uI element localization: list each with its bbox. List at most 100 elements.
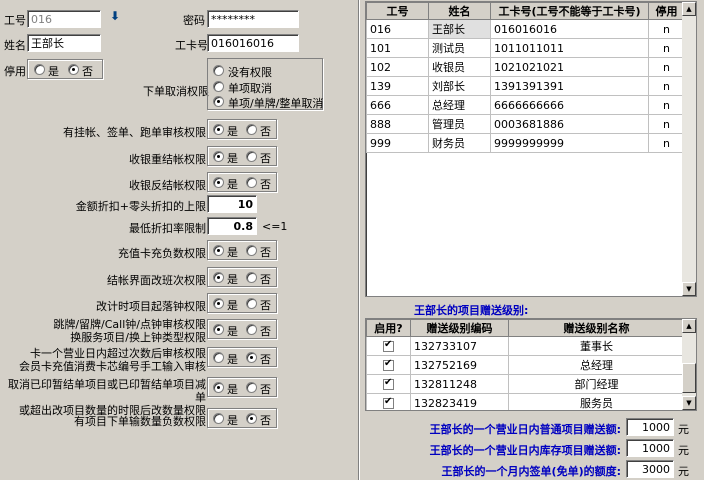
- password-field[interactable]: ********: [207, 10, 299, 28]
- gift-enabled-checkbox[interactable]: [383, 396, 394, 409]
- staff-col-card[interactable]: 工卡号(工号不能等于工卡号): [490, 2, 649, 20]
- gift-cell-code: 132823419: [410, 393, 509, 410]
- perm-negrecharge-yes-radio[interactable]: [213, 245, 224, 256]
- gift-cell-name: 服务员: [508, 393, 685, 410]
- card-field[interactable]: 016016016: [207, 34, 299, 52]
- perm-label-reverse: 收银反结帐权限: [129, 179, 206, 192]
- perm-cardcount-no-radio[interactable]: [246, 352, 257, 363]
- perm-rebill-yes-radio[interactable]: [213, 151, 224, 162]
- gift-col-name[interactable]: 赠送级别名称: [508, 319, 685, 337]
- perm-shift-yes-radio[interactable]: [213, 272, 224, 283]
- perm-reverse-no-radio[interactable]: [246, 177, 257, 188]
- id-field[interactable]: 016: [27, 10, 101, 28]
- staff-cell-name: 测试员: [428, 38, 491, 58]
- perm-shift-yes-text: 是: [227, 273, 238, 286]
- staff-scrollbar[interactable]: ▲ ▼: [682, 2, 696, 296]
- staff-cell-name: 王部长: [428, 19, 491, 39]
- perm-clock-no-radio[interactable]: [246, 298, 257, 309]
- perm-cancelprinted-yes-radio[interactable]: [213, 382, 224, 393]
- cancel-single-radio[interactable]: [213, 81, 224, 92]
- disabled-yes-text: 是: [48, 65, 59, 78]
- gift-cell-code: 132811248: [410, 374, 509, 394]
- gift-scrollbar[interactable]: ▲ ▼: [682, 319, 696, 410]
- cancel-perm-label: 下单取消权限: [143, 85, 209, 98]
- staff-col-id[interactable]: 工号: [366, 2, 429, 20]
- perm-cardcount-yes-radio[interactable]: [213, 352, 224, 363]
- perm-skip-yes-radio[interactable]: [213, 324, 224, 335]
- perm-negrecharge-no-radio[interactable]: [246, 245, 257, 256]
- perm-cancelprinted-no-text: 否: [260, 383, 271, 396]
- cancel-perm-group: 没有权限 单项取消 单项/单牌/整单取消: [207, 58, 323, 110]
- gift-scroll-down-icon[interactable]: ▼: [682, 396, 696, 410]
- gift-row[interactable]: 132752169总经理: [366, 355, 685, 375]
- min-rate-field[interactable]: 0.8: [207, 217, 257, 235]
- gift-cell-enabled: [366, 355, 411, 375]
- perm-shift-no-radio[interactable]: [246, 272, 257, 283]
- scroll-up-icon[interactable]: ▲: [682, 2, 696, 16]
- gift-scroll-up-icon[interactable]: ▲: [682, 319, 696, 333]
- staff-row[interactable]: 666 总经理 6666666666 n: [366, 95, 685, 115]
- gift-row[interactable]: 132811248部门经理: [366, 374, 685, 394]
- staff-grid[interactable]: 工号 姓名 工卡号(工号不能等于工卡号) 停用 016 王部长 016016016 n…: [365, 1, 697, 297]
- perm-cancelprinted-no-radio[interactable]: [246, 382, 257, 393]
- staff-cell-name: 财务员: [428, 133, 491, 153]
- gift-row[interactable]: 132733107董事长: [366, 336, 685, 356]
- staff-row[interactable]: 139 刘部长 1391391391 n: [366, 76, 685, 96]
- staff-col-name[interactable]: 姓名: [428, 2, 491, 20]
- perm-hang-yes-text: 是: [227, 125, 238, 138]
- perm-label-rebill: 收银重结帐权限: [129, 153, 206, 166]
- perm-negqty-no-radio[interactable]: [246, 413, 257, 424]
- perm-reverse-yes-radio[interactable]: [213, 177, 224, 188]
- perm-skip-no-radio[interactable]: [246, 324, 257, 335]
- perm-negqty-yes-radio[interactable]: [213, 413, 224, 424]
- cancel-none-text: 没有权限: [228, 66, 272, 79]
- perm-label-skip: 跳牌/留牌/Call钟/点钟审核权限 换服务项目/换上钟类型权限: [53, 318, 206, 344]
- perm-cancelprinted-yes-text: 是: [227, 383, 238, 396]
- perm-group-rebill: 是 否: [207, 146, 277, 166]
- staff-row[interactable]: 999 财务员 9999999999 n: [366, 133, 685, 153]
- perm-hang-yes-radio[interactable]: [213, 124, 224, 135]
- gift-grid[interactable]: 启用? 赠送级别编码 赠送级别名称 132733107董事长132752169总…: [365, 318, 697, 411]
- discount-limit-field[interactable]: 10: [207, 195, 257, 213]
- gift-cell-enabled: [366, 393, 411, 410]
- gift-row[interactable]: 132823419服务员: [366, 393, 685, 410]
- scroll-down-icon[interactable]: ▼: [682, 282, 696, 296]
- perm-group-cancel-printed: 是 否: [207, 377, 277, 397]
- gift-scroll-thumb[interactable]: [682, 363, 696, 393]
- perm-clock-yes-radio[interactable]: [213, 298, 224, 309]
- cancel-all-text: 单项/单牌/整单取消: [228, 97, 324, 110]
- staff-cell-disabled: n: [648, 57, 685, 77]
- cancel-all-radio[interactable]: [213, 96, 224, 107]
- perm-negqty-yes-text: 是: [227, 414, 238, 427]
- gift-enabled-checkbox[interactable]: [383, 377, 394, 390]
- gift-enabled-checkbox[interactable]: [383, 339, 394, 352]
- arrow-down-icon[interactable]: ⬇: [110, 9, 120, 23]
- staff-row[interactable]: 888 管理员 0003681886 n: [366, 114, 685, 134]
- staff-col-disabled[interactable]: 停用: [648, 2, 685, 20]
- name-field[interactable]: 王部长: [27, 34, 101, 52]
- cancel-none-radio[interactable]: [213, 65, 224, 76]
- name-label: 姓名: [4, 39, 26, 52]
- gift-col-code[interactable]: 赠送级别编码: [410, 319, 509, 337]
- staff-row[interactable]: 101 测试员 1011011011 n: [366, 38, 685, 58]
- staff-row[interactable]: 016 王部长 016016016 n: [366, 19, 685, 39]
- disabled-yes-radio[interactable]: [34, 64, 45, 75]
- disabled-no-text: 否: [82, 65, 93, 78]
- staff-row[interactable]: 102 收银员 1021021021 n: [366, 57, 685, 77]
- quota-stock-field[interactable]: 1000: [626, 439, 674, 457]
- quota-normal-field[interactable]: 1000: [626, 418, 674, 436]
- staff-cell-disabled: n: [648, 76, 685, 96]
- quota-month-unit: 元: [678, 465, 689, 478]
- staff-cell-disabled: n: [648, 95, 685, 115]
- staff-cell-id: 139: [366, 76, 429, 96]
- perm-skip-line2: 换服务项目/换上钟类型权限: [70, 331, 206, 344]
- gift-enabled-checkbox[interactable]: [383, 358, 394, 371]
- gift-cell-code: 132733107: [410, 336, 509, 356]
- perm-hang-no-radio[interactable]: [246, 124, 257, 135]
- gift-col-enabled[interactable]: 启用?: [366, 319, 411, 337]
- quota-month-field[interactable]: 3000: [626, 460, 674, 478]
- password-label: 密码: [183, 14, 205, 27]
- perm-group-shift: 是 否: [207, 267, 277, 287]
- disabled-no-radio[interactable]: [68, 64, 79, 75]
- perm-rebill-no-radio[interactable]: [246, 151, 257, 162]
